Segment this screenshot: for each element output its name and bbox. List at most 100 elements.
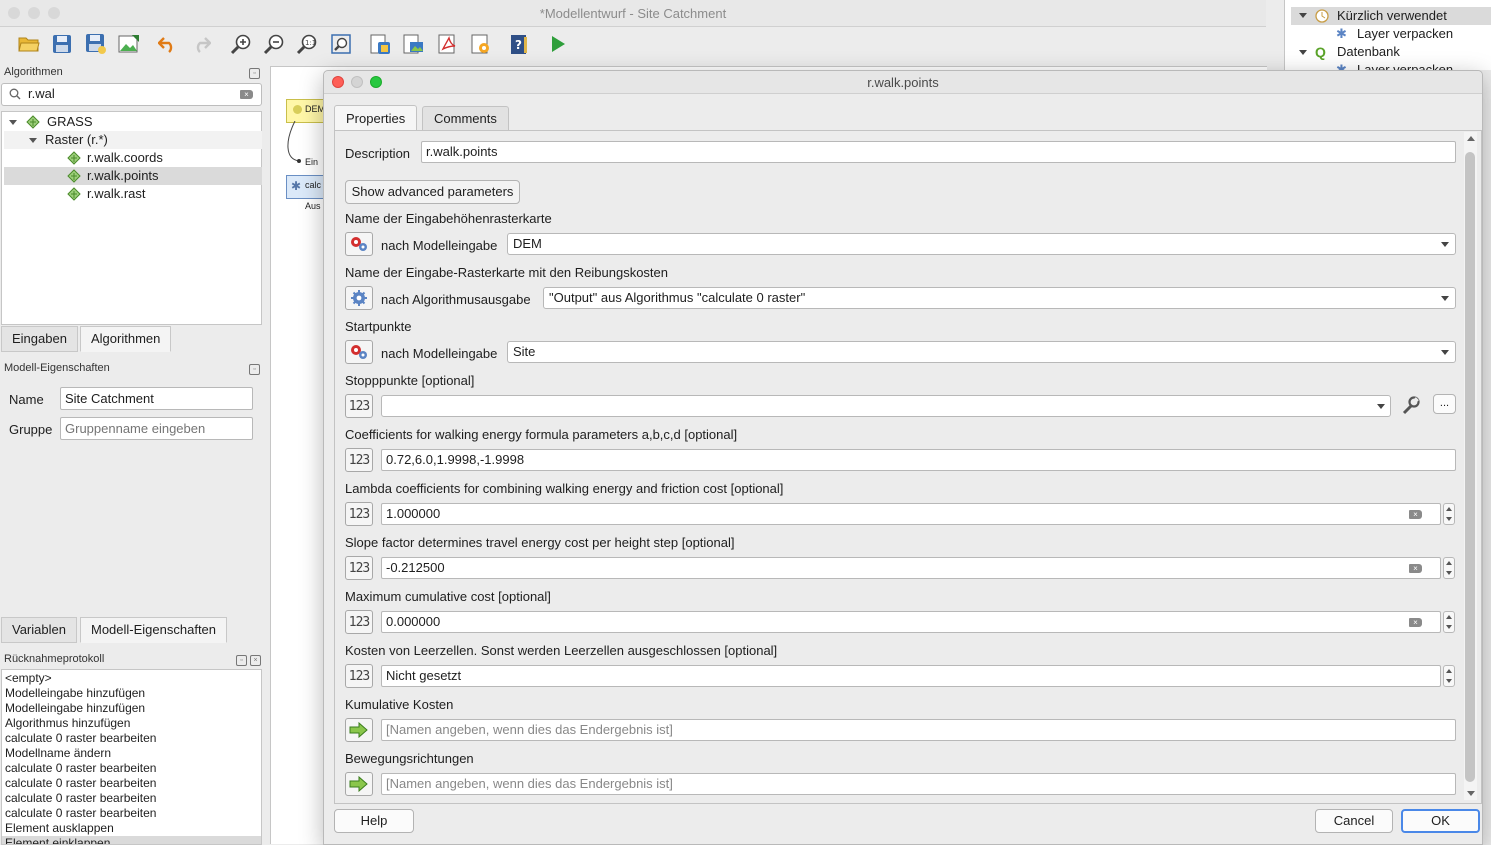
tree-node-grass[interactable]: GRASS	[4, 113, 262, 131]
open-folder-icon[interactable]	[17, 32, 41, 56]
browse-button[interactable]: ...	[1433, 394, 1456, 414]
history-entry[interactable]: Algorithmus hinzufügen	[5, 716, 258, 731]
model-input-source-icon[interactable]	[345, 232, 373, 256]
float-panel-icon[interactable]: ▫	[249, 68, 260, 79]
history-entry[interactable]: calculate 0 raster bearbeiten	[5, 806, 258, 821]
model-input-source-icon[interactable]	[345, 340, 373, 364]
run-icon[interactable]	[546, 32, 570, 56]
history-entry[interactable]: Modellname ändern	[5, 746, 258, 761]
tab-algorithmen[interactable]: Algorithmen	[80, 326, 172, 352]
tab-variablen[interactable]: Variablen	[1, 617, 77, 643]
export-python-icon[interactable]	[368, 32, 392, 56]
history-entry[interactable]: Element ausklappen	[5, 821, 258, 836]
recent-item-label[interactable]: Layer verpacken	[1357, 26, 1453, 41]
friction-combo[interactable]: "Output" aus Algorithmus "calculate 0 ra…	[543, 287, 1456, 309]
undo-icon[interactable]	[156, 32, 180, 56]
static-value-source-icon[interactable]: 123	[345, 394, 373, 418]
close-panel-icon[interactable]: ×	[250, 655, 261, 666]
collapse-arrow-icon[interactable]	[1299, 50, 1307, 55]
null-cost-spinner[interactable]	[1443, 665, 1455, 687]
zoom-actual-icon[interactable]: 1:1	[295, 32, 319, 56]
static-value-source-icon[interactable]: 123	[345, 502, 373, 526]
save-as-icon[interactable]	[84, 32, 108, 56]
history-entry[interactable]: calculate 0 raster bearbeiten	[5, 791, 258, 806]
tree-node-raster[interactable]: Raster (r.*)	[4, 131, 262, 149]
history-entry[interactable]: calculate 0 raster bearbeiten	[5, 761, 258, 776]
history-entry[interactable]: <empty>	[5, 671, 258, 686]
scroll-up-icon[interactable]	[1467, 136, 1475, 141]
cumulative-cost-output[interactable]: [Namen angeben, wenn dies das Endergebni…	[381, 719, 1456, 741]
tree-node-recent[interactable]: Kürzlich verwendet	[1291, 7, 1491, 25]
float-panel-icon[interactable]: ▫	[249, 364, 260, 375]
clear-value-icon[interactable]: ×	[1409, 564, 1422, 573]
help-button[interactable]: Help	[334, 809, 414, 833]
window-title: *Modellentwurf - Site Catchment	[539, 6, 727, 21]
algorithm-search-input[interactable]: r.wal	[28, 86, 55, 101]
history-entry[interactable]: calculate 0 raster bearbeiten	[5, 776, 258, 791]
source-label: nach Modelleingabe	[381, 238, 498, 253]
lambda-value: 1.000000	[386, 506, 441, 521]
redo-icon[interactable]	[189, 32, 213, 56]
zoom-full-icon[interactable]	[329, 32, 353, 56]
algorithm-output-source-icon[interactable]	[345, 286, 373, 310]
tree-item-walk-rast[interactable]: r.walk.rast	[4, 185, 262, 203]
history-entry[interactable]: Modelleingabe hinzufügen	[5, 701, 258, 716]
help-icon[interactable]: ?	[507, 32, 531, 56]
save-icon[interactable]	[50, 32, 74, 56]
history-entry-current[interactable]: Element einklappen	[2, 836, 261, 844]
zoom-in-icon[interactable]	[229, 32, 253, 56]
model-name-input[interactable]	[60, 387, 253, 410]
null-cost-input[interactable]: Nicht gesetzt	[381, 665, 1441, 687]
zoom-out-icon[interactable]	[262, 32, 286, 56]
start-points-combo[interactable]: Site	[507, 341, 1456, 363]
model-properties-title: Modell-Eigenschaften	[4, 362, 110, 374]
tab-eingaben[interactable]: Eingaben	[1, 326, 78, 352]
algorithm-search-box[interactable]: r.wal ×	[1, 83, 262, 106]
tab-properties[interactable]: Properties	[334, 105, 418, 131]
elevation-combo[interactable]: DEM	[507, 233, 1456, 255]
export-svg-icon[interactable]	[468, 32, 492, 56]
param-label-max-cost: Maximum cumulative cost [optional]	[345, 589, 551, 604]
export-image2-icon[interactable]	[401, 32, 425, 56]
output-source-icon[interactable]	[345, 718, 373, 742]
vertical-scrollbar[interactable]	[1464, 132, 1477, 800]
lambda-spinner[interactable]	[1443, 503, 1455, 525]
history-entry[interactable]: calculate 0 raster bearbeiten	[5, 731, 258, 746]
walk-coeff-input[interactable]: 0.72,6.0,1.9998,-1.9998	[381, 449, 1456, 471]
max-cost-spinner[interactable]	[1443, 611, 1455, 633]
tab-modell-eigenschaften[interactable]: Modell-Eigenschaften	[80, 617, 228, 643]
scroll-down-icon[interactable]	[1467, 791, 1475, 796]
float-panel-icon[interactable]: ▫	[236, 655, 247, 666]
max-cost-input[interactable]: 0.000000 ×	[381, 611, 1441, 633]
collapse-arrow-icon[interactable]	[9, 120, 17, 125]
slope-spinner[interactable]	[1443, 557, 1455, 579]
static-value-source-icon[interactable]: 123	[345, 556, 373, 580]
stop-points-combo[interactable]	[381, 395, 1391, 417]
history-entry[interactable]: Modelleingabe hinzufügen	[5, 686, 258, 701]
static-value-source-icon[interactable]: 123	[345, 610, 373, 634]
clear-value-icon[interactable]: ×	[1409, 618, 1422, 627]
movement-directions-output[interactable]: [Namen angeben, wenn dies das Endergebni…	[381, 773, 1456, 795]
tree-item-walk-points[interactable]: r.walk.points	[4, 167, 262, 185]
lambda-input[interactable]: 1.000000 ×	[381, 503, 1441, 525]
export-pdf-icon[interactable]	[435, 32, 459, 56]
export-image-icon[interactable]	[117, 32, 141, 56]
wrench-icon[interactable]	[1400, 395, 1422, 417]
cancel-button[interactable]: Cancel	[1315, 809, 1393, 833]
scrollbar-thumb[interactable]	[1465, 152, 1475, 782]
tree-item-walk-coords[interactable]: r.walk.coords	[4, 149, 262, 167]
ok-button[interactable]: OK	[1401, 809, 1480, 833]
slope-input[interactable]: -0.212500 ×	[381, 557, 1441, 579]
static-value-source-icon[interactable]: 123	[345, 448, 373, 472]
clear-search-icon[interactable]: ×	[240, 90, 253, 99]
model-group-input[interactable]	[60, 417, 253, 440]
static-value-source-icon[interactable]: 123	[345, 664, 373, 688]
tab-comments[interactable]: Comments	[422, 106, 509, 130]
collapse-arrow-icon[interactable]	[29, 138, 37, 143]
clear-value-icon[interactable]: ×	[1409, 510, 1422, 519]
output-source-icon[interactable]	[345, 772, 373, 796]
undo-history-list: <empty> Modelleingabe hinzufügen Modelle…	[1, 669, 262, 845]
description-input[interactable]: r.walk.points	[421, 141, 1456, 163]
collapse-arrow-icon[interactable]	[1299, 13, 1307, 18]
show-advanced-button[interactable]: Show advanced parameters	[345, 180, 520, 204]
